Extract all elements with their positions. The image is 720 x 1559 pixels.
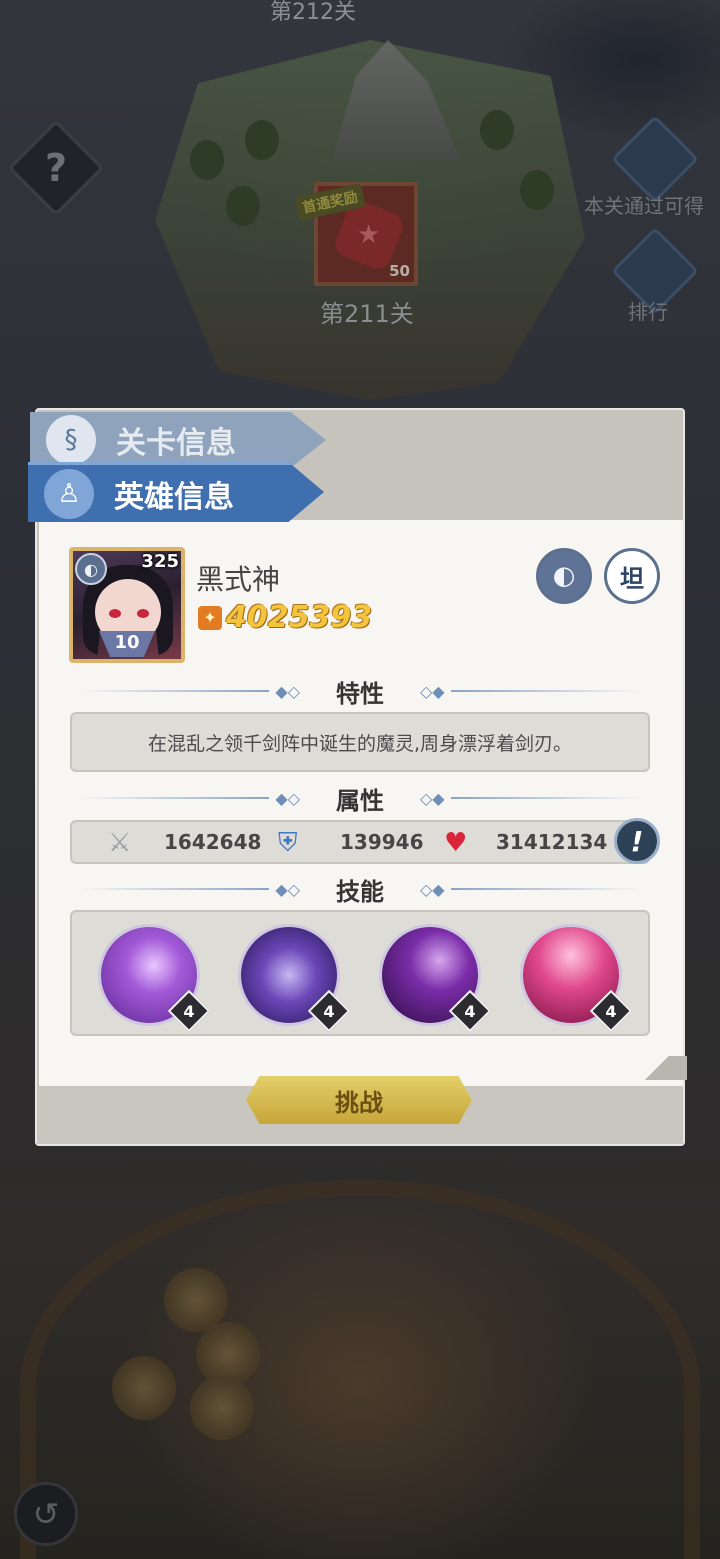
exclamation-icon: ! <box>630 824 644 858</box>
clear-reward-button[interactable]: 本关通过可得 <box>584 115 720 220</box>
skills-header: ◆◇ 技能 ◇◆ <box>80 874 640 906</box>
trait-title: 特性 <box>336 679 384 708</box>
person-icon: ♙ <box>44 468 94 519</box>
sword-icon: ⚔ <box>108 828 132 858</box>
tab-hero-info[interactable]: ♙ 英雄信息 <box>28 462 324 522</box>
skills-title: 技能 <box>336 877 384 906</box>
challenge-button[interactable]: 挑战 <box>246 1076 472 1124</box>
hero-name: 黑式神 <box>196 563 281 596</box>
upper-level-label[interactable]: 第212关 <box>270 0 356 26</box>
reward-count: 50 <box>389 262 410 280</box>
tree <box>520 170 554 210</box>
hp-value: 31412134 <box>496 830 608 854</box>
portrait-eye <box>137 609 149 618</box>
attribute-bar: ⚔ 1642648 ⛨ 139946 ♥ 31412134 <box>70 820 650 864</box>
diamond-ornament-icon: ◇◆ <box>420 681 445 701</box>
tab-stage-info-label: 关卡信息 <box>116 426 236 461</box>
faction-button[interactable]: ◐ <box>536 548 592 604</box>
role-badge-button[interactable]: 坦 <box>604 548 660 604</box>
hero-power: ✦ 4025393 <box>198 600 372 635</box>
shield-icon: ⛨ <box>278 828 298 858</box>
defense-value: 139946 <box>340 830 424 854</box>
tab-hero-info-label: 英雄信息 <box>114 479 234 515</box>
diamond-ornament-icon: ◆◇ <box>275 788 300 808</box>
tree <box>480 110 514 150</box>
clear-reward-label: 本关通过可得 <box>584 194 704 218</box>
faction-icon: ◐ <box>75 553 107 585</box>
help-button[interactable]: ? <box>7 119 105 217</box>
role-badge-label: 坦 <box>620 564 644 593</box>
undo-arrow-icon: ↺ <box>32 1495 60 1533</box>
page-curl <box>627 1056 687 1080</box>
barrel <box>112 1356 176 1420</box>
barrel <box>190 1376 254 1440</box>
ranking-button[interactable]: 排行 <box>592 227 720 332</box>
hero-star-level: 10 <box>99 631 155 657</box>
diamond-ornament-icon: ◆◇ <box>275 681 300 701</box>
tree <box>190 140 224 180</box>
diamond-ornament-icon: ◇◆ <box>420 788 445 808</box>
diamond-ornament-icon: ◇◆ <box>420 879 445 899</box>
diamond-ornament-icon: ◆◇ <box>275 879 300 899</box>
power-value: 4025393 <box>226 600 373 635</box>
tab-stage-info[interactable]: § 关卡信息 <box>30 412 326 468</box>
tree <box>226 186 260 226</box>
current-level-label[interactable]: 第211关 <box>320 294 414 329</box>
hero-level: 325 <box>141 551 179 572</box>
portrait-eye <box>109 609 121 618</box>
heart-icon: ♥ <box>444 828 468 858</box>
scroll-icon: § <box>46 415 96 465</box>
attack-value: 1642648 <box>164 830 262 854</box>
trait-description: 在混乱之领千剑阵中诞生的魔灵,周身漂浮着剑刃。 <box>70 712 650 772</box>
question-icon: ? <box>44 146 68 190</box>
attributes-title: 属性 <box>336 786 384 815</box>
trait-header: ◆◇ 特性 ◇◆ <box>80 676 640 708</box>
ranking-label: 排行 <box>628 300 668 324</box>
attribute-detail-button[interactable]: ! <box>614 818 660 864</box>
power-icon: ✦ <box>198 605 222 630</box>
hero-portrait[interactable]: ◐ 325 10 <box>69 547 185 663</box>
skills-panel: 4 4 4 4 <box>70 910 650 1036</box>
back-button[interactable]: ↺ <box>14 1482 78 1546</box>
tree <box>245 120 279 160</box>
attributes-header: ◆◇ 属性 ◇◆ <box>80 783 640 815</box>
faction-icon: ◐ <box>552 561 576 591</box>
